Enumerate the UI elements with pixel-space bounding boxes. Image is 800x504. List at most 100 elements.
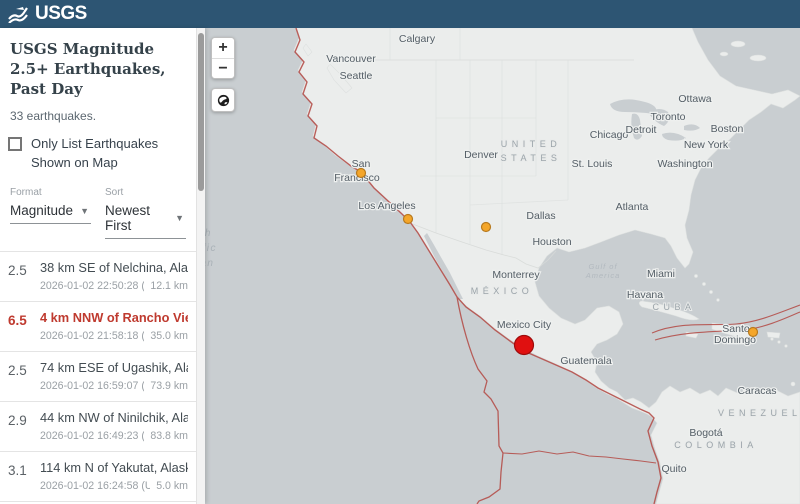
map-city-label: Vancouver [326, 53, 376, 65]
event-title: 74 km ESE of Ugashik, Alaska [40, 360, 188, 376]
map-city-label: Seattle [340, 70, 373, 82]
map-ocean-label: North [205, 228, 212, 239]
map-city-label: Mexico City [497, 319, 552, 331]
map-city-label: Monterrey [492, 269, 540, 281]
map-city-label: Dallas [526, 210, 555, 222]
earthquake-list-panel: USGS Magnitude 2.5+ Earthquakes, Past Da… [0, 28, 205, 504]
usgs-earthquakes-app: USGS USGS Magnitude 2.5+ Earthquakes, Pa… [0, 0, 800, 504]
map-city-label: Ottawa [678, 93, 711, 105]
event-depth: 35.0 km [150, 330, 188, 342]
earthquake-marker-red[interactable] [515, 336, 534, 355]
earthquake-marker-orange[interactable] [357, 169, 366, 178]
earthquake-marker-orange[interactable] [749, 328, 758, 337]
earthquake-marker-orange[interactable] [404, 215, 413, 224]
map-water-label: Gulf of [588, 262, 617, 271]
event-magnitude: 3.1 [8, 460, 40, 492]
map-canvas[interactable]: UNITED STATES MÉXICO CUBA VENEZUELA COLOMBIA N… [205, 28, 800, 504]
event-body: 44 km NW of Ninilchik, Alaska 2026-01-02… [40, 410, 188, 442]
earthquake-list-item[interactable]: 2.9 44 km NW of Ninilchik, Alaska 2026-0… [0, 402, 196, 452]
sort-select[interactable]: Newest First ▼ [105, 201, 186, 239]
event-time: 2026-01-02 16:24:58 (UTC+08… [40, 480, 150, 492]
chevron-down-icon: ▼ [175, 213, 184, 223]
map-city-label: New York [684, 139, 729, 151]
earthquake-list-item[interactable]: 2.5 38 km SE of Nelchina, Alaska 2026-01… [0, 252, 196, 302]
earthquake-count: 33 earthquakes. [0, 99, 196, 123]
earthquake-list: 2.5 38 km SE of Nelchina, Alaska 2026-01… [0, 251, 196, 504]
event-meta: 2026-01-02 22:50:28 (UTC+0… 12.1 km [40, 280, 188, 292]
sort-label: Sort [105, 187, 186, 198]
map-city-label: Denver [464, 149, 498, 161]
event-meta: 2026-01-02 16:24:58 (UTC+08… 5.0 km [40, 480, 188, 492]
map-region-label: VENEZUELA [718, 408, 800, 418]
event-title: 114 km N of Yakutat, Alaska [40, 460, 188, 476]
map-city-label: Chicago [590, 129, 629, 141]
usgs-wave-icon [8, 6, 32, 23]
event-body: 38 km SE of Nelchina, Alaska 2026-01-02 … [40, 260, 188, 292]
map-city-label: Los Angeles [358, 200, 415, 212]
map-city-label: Miami [647, 268, 675, 280]
earthquake-marker-orange[interactable] [482, 223, 491, 232]
map-city-label: Caracas [737, 385, 776, 397]
map-ocean-label: Pacific [205, 243, 217, 254]
only-list-shown-checkbox-row[interactable]: Only List Earthquakes Shown on Map [0, 123, 196, 173]
event-title: 44 km NW of Ninilchik, Alaska [40, 410, 188, 426]
format-select-group: Format Magnitude ▼ [10, 187, 91, 239]
map-city-label: Guatemala [560, 355, 612, 367]
event-title: 4 km NNW of Rancho Viejo, … [40, 310, 188, 326]
map-city-label: Bogotá [689, 427, 722, 439]
usgs-logo[interactable]: USGS [8, 3, 87, 25]
map-city-label: St. Louis [572, 158, 613, 170]
globe-view-button[interactable] [211, 88, 235, 112]
sidebar-scrollbar-thumb[interactable] [198, 33, 204, 191]
format-value: Magnitude [10, 203, 73, 218]
event-depth: 73.9 km [150, 380, 188, 392]
map-city-label: Calgary [399, 33, 436, 45]
map-city-label: Atlanta [616, 201, 649, 213]
earthquake-list-item[interactable]: 6.5 4 km NNW of Rancho Viejo, … 2026-01-… [0, 302, 196, 352]
map-ocean-label: Ocean [205, 258, 214, 269]
earthquake-list-item[interactable]: 2.5 74 km ESE of Ugashik, Alaska 2026-01… [0, 352, 196, 402]
map-city-label: Houston [532, 236, 571, 248]
map-region-label: MÉXICO [471, 286, 534, 296]
usgs-logo-text: USGS [35, 3, 87, 25]
event-title: 38 km SE of Nelchina, Alaska [40, 260, 188, 276]
globe-icon [216, 93, 231, 108]
list-controls: Format Magnitude ▼ Sort Newest First ▼ [0, 173, 196, 239]
map-region-label: UNITED [501, 139, 562, 149]
zoom-in-button[interactable]: + [212, 38, 234, 58]
island-puerto-rico [767, 332, 780, 338]
event-meta: 2026-01-02 16:49:23 (UTC+0… 83.8 km [40, 430, 188, 442]
event-time: 2026-01-02 21:58:18 (UTC+0… [40, 330, 144, 342]
event-magnitude: 2.5 [8, 360, 40, 392]
panel-title: USGS Magnitude 2.5+ Earthquakes, Past Da… [0, 28, 196, 99]
event-magnitude: 2.5 [8, 260, 40, 292]
event-depth: 12.1 km [150, 280, 188, 292]
format-label: Format [10, 187, 91, 198]
event-body: 4 km NNW of Rancho Viejo, … 2026-01-02 2… [40, 310, 188, 342]
map-region-label: STATES [501, 153, 562, 163]
app-header: USGS [0, 0, 800, 28]
map-region-label: CUBA [652, 302, 695, 312]
map-city-label: Quito [661, 463, 686, 475]
event-magnitude: 6.5 [8, 310, 40, 342]
map-city-label: Washington [657, 158, 712, 170]
map-region-label: COLOMBIA [674, 440, 758, 450]
event-meta: 2026-01-02 16:59:07 (UTC+0… 73.9 km [40, 380, 188, 392]
chevron-down-icon: ▼ [80, 206, 89, 216]
event-depth: 5.0 km [156, 480, 188, 492]
map-city-label: Toronto [650, 111, 685, 123]
only-list-shown-label: Only List Earthquakes Shown on Map [31, 135, 188, 173]
sort-value: Newest First [105, 203, 175, 233]
zoom-out-button[interactable]: − [212, 58, 234, 78]
sidebar-scrollbar[interactable] [196, 28, 205, 504]
map-city-label: Detroit [626, 124, 657, 136]
event-depth: 83.8 km [150, 430, 188, 442]
event-time: 2026-01-02 22:50:28 (UTC+0… [40, 280, 144, 292]
format-select[interactable]: Magnitude ▼ [10, 201, 91, 224]
event-body: 114 km N of Yakutat, Alaska 2026-01-02 1… [40, 460, 188, 492]
earthquake-list-item[interactable]: 3.1 114 km N of Yakutat, Alaska 2026-01-… [0, 452, 196, 502]
map-zoom-control: + − [211, 37, 235, 79]
map[interactable]: UNITED STATES MÉXICO CUBA VENEZUELA COLOMBIA N… [205, 28, 800, 504]
map-water-label: America [585, 271, 621, 280]
only-list-shown-checkbox[interactable] [8, 137, 22, 151]
